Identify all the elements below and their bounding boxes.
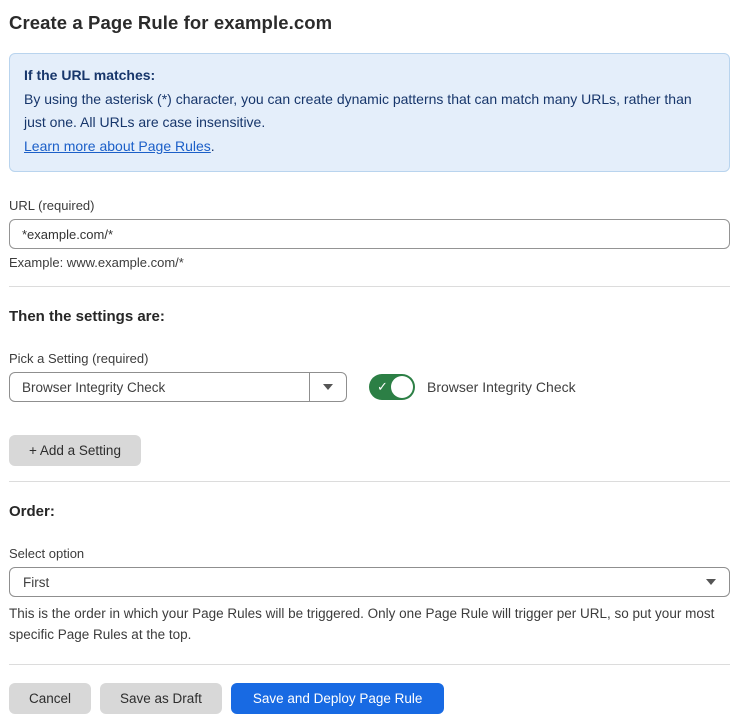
- setting-dropdown-value: Browser Integrity Check: [10, 373, 309, 401]
- settings-section-heading: Then the settings are:: [9, 308, 730, 325]
- link-period: .: [211, 138, 215, 154]
- order-select-value: First: [23, 575, 49, 590]
- url-field-label: URL (required): [9, 198, 730, 213]
- chevron-down-icon: [706, 579, 716, 585]
- page-title: Create a Page Rule for example.com: [9, 12, 730, 34]
- add-setting-button[interactable]: + Add a Setting: [9, 435, 141, 466]
- url-input[interactable]: [9, 219, 730, 249]
- check-icon: ✓: [377, 380, 388, 393]
- toggle-knob: [391, 376, 413, 398]
- info-box-heading: If the URL matches:: [24, 64, 715, 88]
- save-and-deploy-button[interactable]: Save and Deploy Page Rule: [231, 683, 445, 714]
- divider: [9, 286, 730, 287]
- divider: [9, 664, 730, 665]
- learn-more-link[interactable]: Learn more about Page Rules: [24, 138, 211, 154]
- divider: [9, 481, 730, 482]
- url-match-info-box: If the URL matches: By using the asteris…: [9, 53, 730, 172]
- order-helper-text: This is the order in which your Page Rul…: [9, 603, 730, 645]
- pick-setting-label: Pick a Setting (required): [9, 351, 730, 366]
- create-page-rule-panel: Create a Page Rule for example.com If th…: [0, 0, 750, 720]
- setting-row: Browser Integrity Check ✓ Browser Integr…: [9, 372, 730, 402]
- setting-dropdown-arrow-button[interactable]: [309, 373, 346, 401]
- save-as-draft-button[interactable]: Save as Draft: [100, 683, 222, 714]
- setting-dropdown[interactable]: Browser Integrity Check: [9, 372, 347, 402]
- footer-actions: Cancel Save as Draft Save and Deploy Pag…: [9, 683, 730, 714]
- browser-integrity-toggle[interactable]: ✓: [369, 374, 415, 400]
- toggle-label: Browser Integrity Check: [427, 379, 576, 395]
- order-section-heading: Order:: [9, 503, 730, 520]
- chevron-down-icon: [323, 384, 333, 390]
- cancel-button[interactable]: Cancel: [9, 683, 91, 714]
- info-box-link-line: Learn more about Page Rules.: [24, 135, 715, 159]
- order-select[interactable]: First: [9, 567, 730, 597]
- url-example-helper: Example: www.example.com/*: [9, 255, 730, 270]
- order-select-label: Select option: [9, 546, 730, 561]
- info-box-body: By using the asterisk (*) character, you…: [24, 88, 715, 135]
